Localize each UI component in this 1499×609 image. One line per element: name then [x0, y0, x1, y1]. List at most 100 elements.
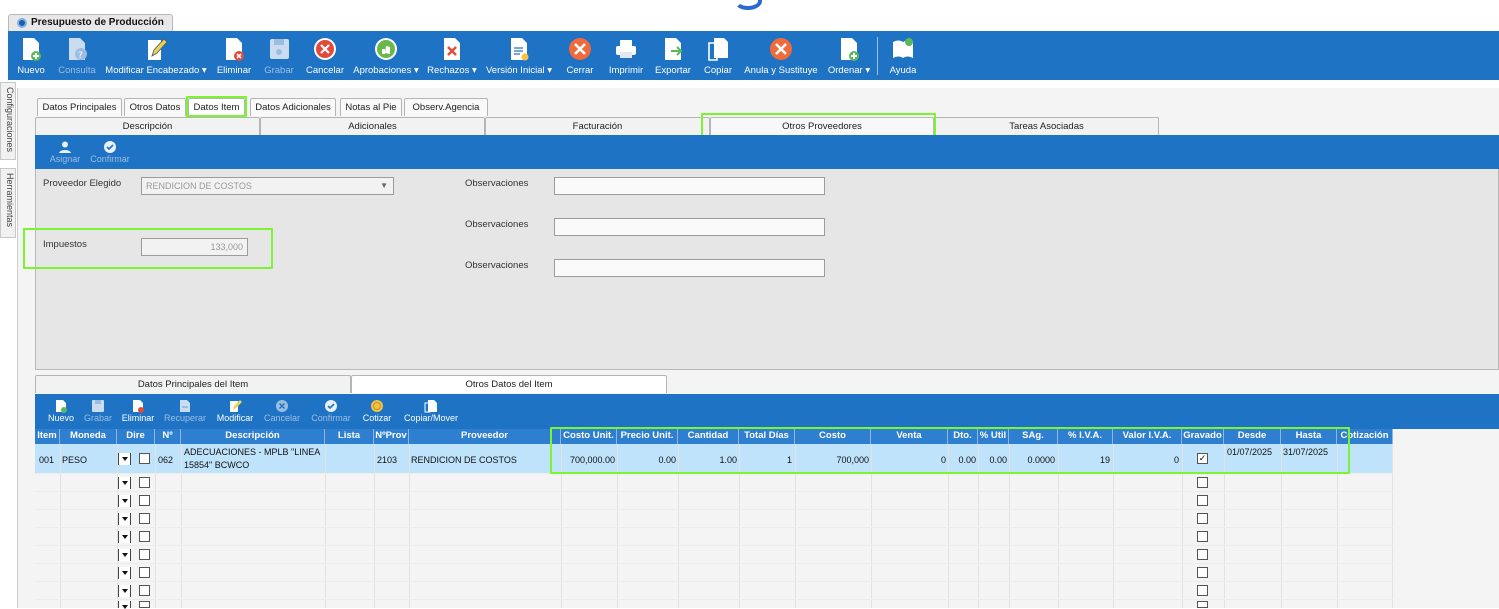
item-modify-button[interactable]: Modificar — [213, 399, 257, 423]
modify-header-button[interactable]: Modificar Encabezado ▾ — [104, 31, 208, 80]
cell-proveedor: RENDICION DE COSTOS — [411, 455, 517, 465]
order-button[interactable]: Ordenar ▾ — [825, 31, 873, 80]
recover-icon — [180, 400, 190, 412]
moneda-dropdown[interactable] — [118, 567, 131, 579]
col-header-numero[interactable]: Nº — [155, 429, 181, 444]
tab-otros-datos[interactable]: Otros Datos — [124, 98, 186, 116]
highlight-cost-columns — [550, 427, 1350, 474]
col-header-lista[interactable]: Lista — [325, 429, 374, 444]
gravado-checkbox[interactable] — [1197, 585, 1208, 596]
item-quote-button[interactable]: Cotizar — [360, 399, 394, 423]
decorative-arc — [734, 0, 762, 10]
item-new-button[interactable]: Nuevo — [46, 399, 76, 423]
observations-field-2[interactable] — [554, 218, 825, 236]
dire-checkbox[interactable] — [139, 585, 150, 596]
col-header-moneda[interactable]: Moneda — [60, 429, 117, 444]
moneda-dropdown[interactable] — [118, 585, 131, 597]
subtab-descripcion[interactable]: Descripción — [35, 117, 260, 135]
save-icon — [92, 400, 104, 412]
provider-select[interactable]: RENDICION DE COSTOS ▼ — [141, 177, 394, 195]
tab-datos-adicionales[interactable]: Datos Adicionales — [250, 98, 336, 116]
moneda-dropdown[interactable] — [118, 453, 131, 465]
assign-button[interactable]: Asignar — [47, 140, 83, 164]
delete-doc-icon — [133, 400, 144, 413]
close-button[interactable]: Cerrar — [560, 31, 600, 80]
row-line — [35, 581, 1393, 582]
gravado-checkbox[interactable] — [1197, 567, 1208, 578]
tab-otros-datos-item[interactable]: Otros Datos del Item — [351, 375, 667, 393]
moneda-dropdown[interactable] — [118, 601, 131, 609]
new-button[interactable]: Nuevo — [12, 31, 50, 80]
confirm-button[interactable]: Confirmar — [86, 140, 134, 164]
item-copy-move-button[interactable]: Copiar/Mover — [400, 399, 462, 423]
moneda-dropdown[interactable] — [118, 531, 131, 543]
gravado-checkbox[interactable] — [1197, 549, 1208, 560]
void-icon — [770, 38, 792, 60]
grid-line — [155, 444, 156, 608]
tab-datos-principales-item[interactable]: Datos Principales del Item — [35, 375, 351, 393]
dire-checkbox[interactable] — [139, 567, 150, 578]
item-save-button[interactable]: Grabar — [82, 399, 114, 423]
cell-nprov: 2103 — [377, 455, 398, 465]
approvals-button[interactable]: Aprobaciones ▾ — [352, 31, 420, 80]
cancel-button[interactable]: Cancelar — [303, 31, 347, 80]
observations-label-3: Observaciones — [465, 260, 529, 271]
initial-version-button[interactable]: Versión Inicial ▾ — [483, 31, 555, 80]
dire-checkbox[interactable] — [139, 453, 150, 464]
copy-button[interactable]: Copiar — [699, 31, 737, 80]
col-header-nprov[interactable]: NºProv — [374, 429, 409, 444]
observations-field-1[interactable] — [554, 177, 825, 195]
dire-checkbox[interactable] — [139, 549, 150, 560]
gravado-checkbox[interactable] — [1197, 531, 1208, 542]
help-button[interactable]: Ayuda — [884, 31, 922, 80]
moneda-dropdown[interactable] — [118, 513, 131, 525]
query-button[interactable]: ? Consulta — [56, 31, 98, 80]
tab-observ-agencia[interactable]: Observ.Agencia — [404, 98, 488, 116]
moneda-dropdown[interactable] — [118, 477, 131, 489]
dire-checkbox[interactable] — [139, 477, 150, 488]
gravado-checkbox[interactable] — [1197, 495, 1208, 506]
dire-checkbox[interactable] — [139, 601, 150, 608]
subtab-adicionales[interactable]: Adicionales — [260, 117, 485, 135]
void-replace-button[interactable]: Anula y Sustituye — [741, 31, 821, 80]
gravado-checkbox[interactable] — [1197, 601, 1208, 608]
dire-checkbox[interactable] — [139, 513, 150, 524]
moneda-dropdown[interactable] — [118, 549, 131, 561]
print-button[interactable]: Imprimir — [604, 31, 648, 80]
tab-datos-principales[interactable]: Datos Principales — [37, 98, 122, 116]
row-line — [35, 563, 1393, 564]
item-recover-button[interactable]: Recuperar — [162, 399, 208, 423]
delete-button[interactable]: Eliminar — [212, 31, 256, 80]
dire-checkbox[interactable] — [139, 495, 150, 506]
subtab-facturacion[interactable]: Facturación — [485, 117, 710, 135]
save-button[interactable]: Grabar — [260, 31, 298, 80]
gravado-checkbox[interactable] — [1197, 477, 1208, 488]
col-header-descripcion[interactable]: Descripción — [181, 429, 325, 444]
window-title: Presupuesto de Producción — [31, 17, 164, 28]
grid-line — [325, 444, 326, 608]
col-header-item[interactable]: Item — [35, 429, 60, 444]
dire-checkbox[interactable] — [139, 531, 150, 542]
observations-label-1: Observaciones — [465, 178, 529, 189]
cancel-icon — [314, 38, 336, 60]
item-delete-button[interactable]: Eliminar — [120, 399, 156, 423]
observations-field-3[interactable] — [554, 259, 825, 277]
tab-notas-al-pie[interactable]: Notas al Pie — [340, 98, 402, 116]
help-icon — [893, 38, 913, 58]
col-header-dire[interactable]: Dire — [117, 429, 155, 444]
item-confirm-button[interactable]: Confirmar — [309, 399, 353, 423]
grid-line — [117, 444, 118, 608]
side-tab-config[interactable]: Configuraciones — [0, 82, 16, 160]
cell-descripcion-line2: 15854" BCWCO — [184, 460, 250, 470]
col-header-proveedor[interactable]: Proveedor — [409, 429, 561, 444]
export-button[interactable]: Exportar — [651, 31, 695, 80]
subtab-tareas-asociadas[interactable]: Tareas Asociadas — [934, 117, 1159, 135]
gravado-checkbox[interactable] — [1197, 513, 1208, 524]
window-tab[interactable]: Presupuesto de Producción — [8, 14, 173, 31]
delete-doc-icon — [226, 38, 244, 61]
item-cancel-button[interactable]: Cancelar — [262, 399, 302, 423]
moneda-dropdown[interactable] — [118, 495, 131, 507]
grid-line — [409, 444, 410, 608]
rejections-button[interactable]: Rechazos ▾ — [426, 31, 478, 80]
side-tab-tools[interactable]: Herramientas — [0, 168, 16, 238]
